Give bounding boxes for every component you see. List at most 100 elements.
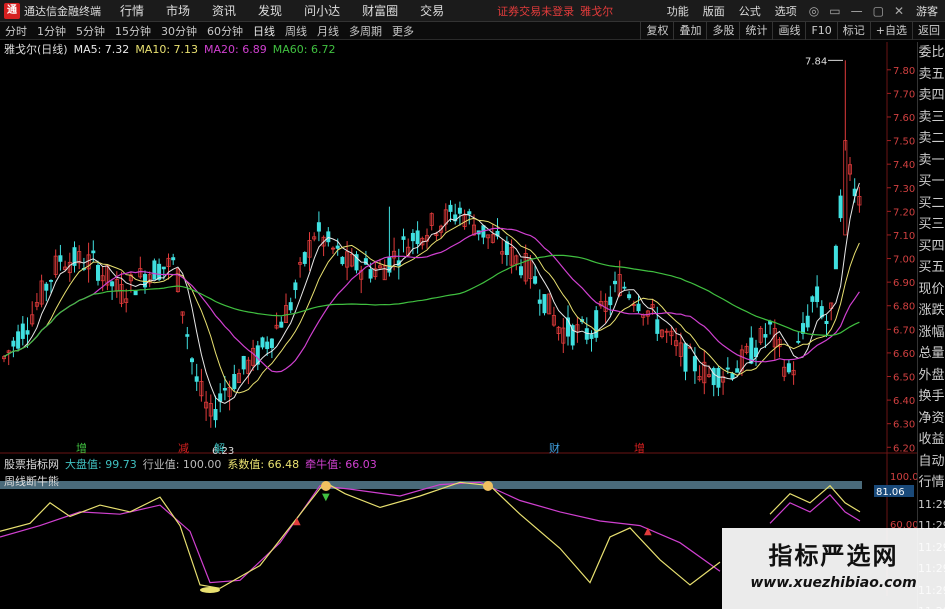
watermark-url: www.xuezhibiao.com [750,575,917,591]
candle-body [368,269,373,279]
candle-body [96,264,101,281]
candle-body [457,207,462,214]
candle-body [415,230,420,245]
event-marker: 增 [634,441,645,455]
candle-body [152,260,157,280]
candle-body [692,356,697,372]
signal-sell-icon [321,481,331,491]
quote-panel-label: 净资 [918,410,945,426]
candle-body [833,245,838,270]
legend-ma60: MA60: 6.72 [272,42,336,56]
indicator-title: 周线断牛熊 [4,474,59,488]
candle-body [293,282,298,291]
quote-panel-label: 卖二 [918,131,945,146]
candle-body [796,340,801,343]
quote-panel-label: 收益 [918,432,945,447]
stock-name-label: 雅戈尔(日线) [4,43,68,56]
indicator-bull-line [0,481,721,584]
candle-body [627,294,632,299]
quote-panel-label[interactable]: 行情 [918,472,945,494]
candle-body [316,222,321,232]
price-tick-label: 6.90 [893,278,915,289]
candle-body [340,256,345,265]
candle-body [519,266,524,276]
indicator-industry-value: 行业值: 100.00 [142,458,222,471]
candle-body [49,280,54,282]
indicator-bull-value: 牵牛值: 66.03 [305,458,377,471]
candle-body [189,358,194,363]
candle-body [655,319,660,334]
quote-panel-label: 卖五 [918,66,945,82]
candle-body [265,341,270,350]
signal-up-icon: ▲ [644,526,652,537]
candle-body [11,340,16,347]
candle-body [613,280,618,285]
indicator-scale-100: 100.0 [890,472,917,483]
candle-body [171,257,176,261]
candle-body [16,331,21,349]
kline-chart[interactable]: 7.80 7.70 7.60 7.50 7.40 7.30 7.20 7.10 7.00 6.90… [0,0,917,596]
quote-panel-label: 外盘 [918,367,945,383]
ma20-line [3,227,860,373]
candle-body [44,283,49,291]
quote-panel-label: 现价 [918,281,945,297]
ma-legend: 雅戈尔(日线) MA5: 7.32 MA10: 7.13 MA20: 6.89 … [4,42,341,57]
quote-panel-label: 换手 [918,389,945,404]
price-tick-label: 6.30 [893,420,915,431]
candle-body [711,368,716,386]
candle-body [810,296,815,302]
candle-body [815,286,820,303]
indicator-source[interactable]: 股票指标网 [4,456,59,472]
quote-panel-label: 买三 [918,217,945,232]
quote-panel-label: 卖三 [918,109,945,125]
candle-body [326,231,331,243]
price-tick-label: 7.70 [893,89,915,100]
candle-body [608,296,613,306]
quote-panel-label: 委比 [918,45,945,60]
candle-body [448,204,453,212]
candle-body [636,303,641,312]
quote-panel-label: 涨跌 [918,303,945,318]
price-tick-label: 6.60 [893,349,915,360]
candle-body [594,310,599,338]
signal-down-icon: ▼ [322,492,330,503]
signal-sell-icon [483,481,493,491]
price-tick-label: 6.20 [893,443,915,454]
price-tick-label: 6.50 [893,373,915,384]
candle-body [25,330,30,335]
event-marker: 财 [549,441,560,455]
indicator-scale-current: 81.06 [876,487,905,498]
quote-panel-label: 买一 [918,174,945,189]
price-tick-label: 6.80 [893,302,915,313]
indicator-coef-line [0,481,721,589]
candle-body [843,140,848,236]
quote-panel-label: 总量 [918,346,945,361]
price-tick-label: 7.40 [893,160,915,171]
candle-body [537,299,542,304]
candle-body [335,245,340,249]
candle-body [213,409,218,421]
candle-body [157,263,162,280]
price-tick-label: 7.50 [893,137,915,148]
candle-body [786,363,791,373]
candle-body [110,281,115,287]
candle-body [622,286,627,289]
quote-panel-label[interactable]: 自动 [918,451,945,473]
legend-ma10: MA10: 7.13 [135,42,199,56]
candle-body [279,321,284,328]
candle-body [241,355,246,370]
candle-body [260,337,265,348]
quote-panel-label: 买四 [918,238,945,254]
quote-panel-label: 卖四 [918,88,945,103]
candle-body [730,373,735,379]
candle-body [133,290,138,296]
event-marker: 增 [76,441,87,455]
candle-body [467,211,472,215]
quote-panel-label: 11:29 [918,497,945,511]
candle-body [725,367,730,370]
legend-ma5: MA5: 7.32 [73,42,130,56]
candle-body [410,232,415,242]
quote-panel-label: 买五 [918,260,945,275]
candle-body [185,334,190,337]
sub-indicator-header: 股票指标网 大盘值: 99.73 行业值: 100.00 系数值: 66.48 … [4,457,383,471]
